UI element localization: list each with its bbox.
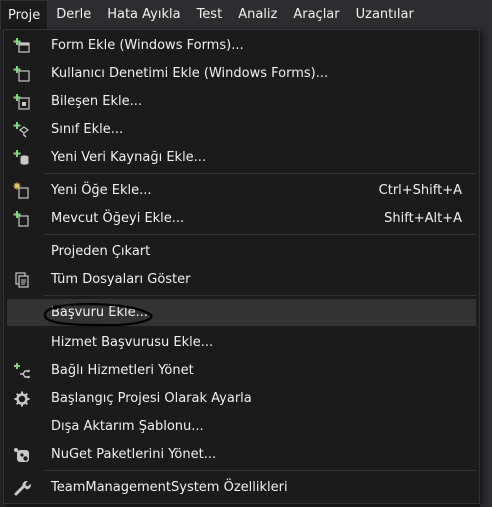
menu-item-shortcut: Ctrl+Shift+A (378, 183, 462, 198)
menu-separator (44, 470, 476, 471)
menu-item-add-service-reference[interactable]: Hizmet Başvurusu Ekle... (7, 329, 476, 356)
menu-item-label: Hizmet Başvurusu Ekle... (51, 335, 214, 350)
menu-item-project-properties[interactable]: TeamManagementSystem Özellikleri (7, 474, 476, 501)
proje-dropdown-menu: Form Ekle (Windows Forms)... Kullanıcı D… (3, 29, 480, 504)
nuget-icon (13, 446, 31, 464)
menu-item-shortcut: Shift+Alt+A (384, 211, 462, 226)
menu-uzantilar[interactable]: Uzantılar (348, 0, 422, 30)
menu-item-label: Sınıf Ekle... (51, 122, 124, 137)
menu-item-label: Bileşen Ekle... (51, 94, 143, 109)
add-form-icon (13, 37, 31, 55)
menu-derle[interactable]: Derle (48, 0, 99, 30)
menu-separator (44, 234, 476, 235)
menu-separator (44, 173, 476, 174)
new-item-icon (13, 182, 31, 200)
menu-bar: Proje Derle Hata Ayıkla Test Analiz Araç… (0, 0, 492, 30)
show-all-files-icon (13, 271, 31, 289)
add-user-control-icon (13, 65, 31, 83)
hand-drawn-circle-mark (43, 303, 153, 327)
menu-item-export-template[interactable]: Dışa Aktarım Şablonu... (7, 413, 476, 440)
menu-item-label: Mevcut Öğeyi Ekle... (51, 211, 185, 226)
menu-hata-ayikla[interactable]: Hata Ayıkla (99, 0, 188, 30)
menu-item-label: NuGet Paketlerini Yönet... (51, 447, 217, 462)
menu-item-label: Projeden Çıkart (51, 244, 151, 259)
menu-analiz[interactable]: Analiz (230, 0, 285, 30)
menu-item-label: Dışa Aktarım Şablonu... (51, 419, 204, 434)
menu-item-add-user-control[interactable]: Kullanıcı Denetimi Ekle (Windows Forms).… (7, 60, 476, 87)
right-panel-strip (480, 30, 492, 507)
menu-item-add-form[interactable]: Form Ekle (Windows Forms)... (7, 32, 476, 59)
menu-item-add-component[interactable]: Bileşen Ekle... (7, 88, 476, 115)
menu-test[interactable]: Test (189, 0, 231, 30)
menu-item-label: Kullanıcı Denetimi Ekle (Windows Forms).… (51, 66, 329, 81)
menu-item-show-all-files[interactable]: Tüm Dosyaları Göster (7, 266, 476, 293)
menu-item-label: TeamManagementSystem Özellikleri (51, 480, 288, 495)
menu-item-existing-item[interactable]: Mevcut Öğeyi Ekle... Shift+Alt+A (7, 205, 476, 232)
menu-proje[interactable]: Proje (0, 0, 49, 30)
menu-item-label: Bağlı Hizmetleri Yönet (51, 363, 194, 378)
menu-separator (44, 295, 476, 296)
menu-item-label: Başlangıç Projesi Olarak Ayarla (51, 391, 252, 406)
menu-item-new-item[interactable]: Yeni Öğe Ekle... Ctrl+Shift+A (7, 177, 476, 204)
existing-item-icon (13, 210, 31, 228)
add-data-source-icon (13, 149, 31, 167)
add-component-icon (13, 93, 31, 111)
menu-item-label: Form Ekle (Windows Forms)... (51, 38, 244, 53)
menu-item-label: Tüm Dosyaları Göster (51, 272, 191, 287)
connected-services-icon (13, 362, 31, 380)
menu-item-label: Yeni Veri Kaynağı Ekle... (51, 150, 207, 165)
add-class-icon (13, 121, 31, 139)
menu-item-remove-from-project[interactable]: Projeden Çıkart (7, 238, 476, 265)
menu-item-add-class[interactable]: Sınıf Ekle... (7, 116, 476, 143)
menu-item-manage-nuget[interactable]: NuGet Paketlerini Yönet... (7, 441, 476, 468)
menu-item-connected-services[interactable]: Bağlı Hizmetleri Yönet (7, 357, 476, 384)
menu-araclar[interactable]: Araçlar (285, 0, 347, 30)
menu-item-set-startup-project[interactable]: Başlangıç Projesi Olarak Ayarla (7, 385, 476, 412)
gear-icon (13, 390, 31, 408)
menu-item-label: Yeni Öğe Ekle... (51, 183, 152, 198)
menu-item-add-data-source[interactable]: Yeni Veri Kaynağı Ekle... (7, 144, 476, 171)
wrench-icon (13, 479, 31, 497)
menu-item-add-reference[interactable]: Başvuru Ekle... (7, 299, 476, 327)
